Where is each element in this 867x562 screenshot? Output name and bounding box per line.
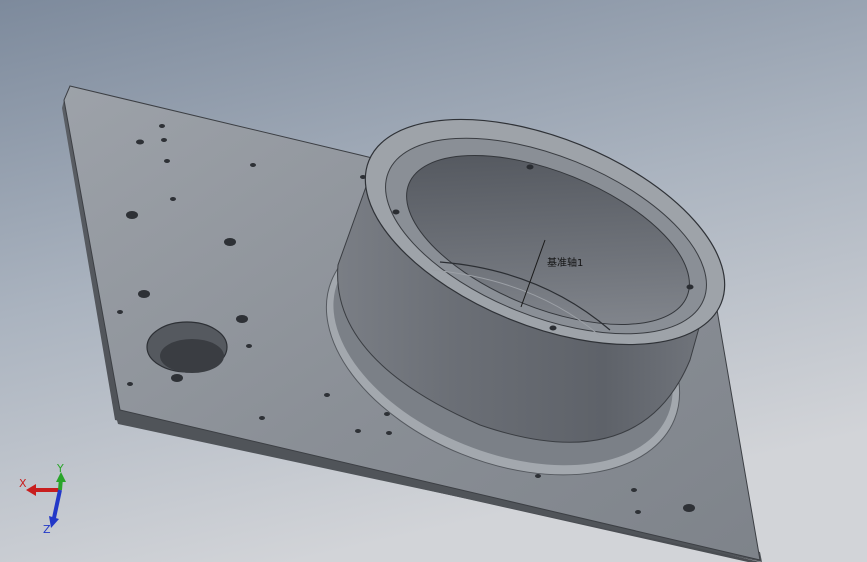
reference-axis-label: 基准轴1 (547, 256, 583, 269)
triad-x-label: X (19, 477, 27, 490)
large-through-hole (146, 321, 228, 373)
model-viewport[interactable]: 基准轴1 X Y Z (0, 0, 867, 562)
triad-z-label: Z (43, 523, 51, 536)
triad-y-label: Y (56, 462, 64, 475)
